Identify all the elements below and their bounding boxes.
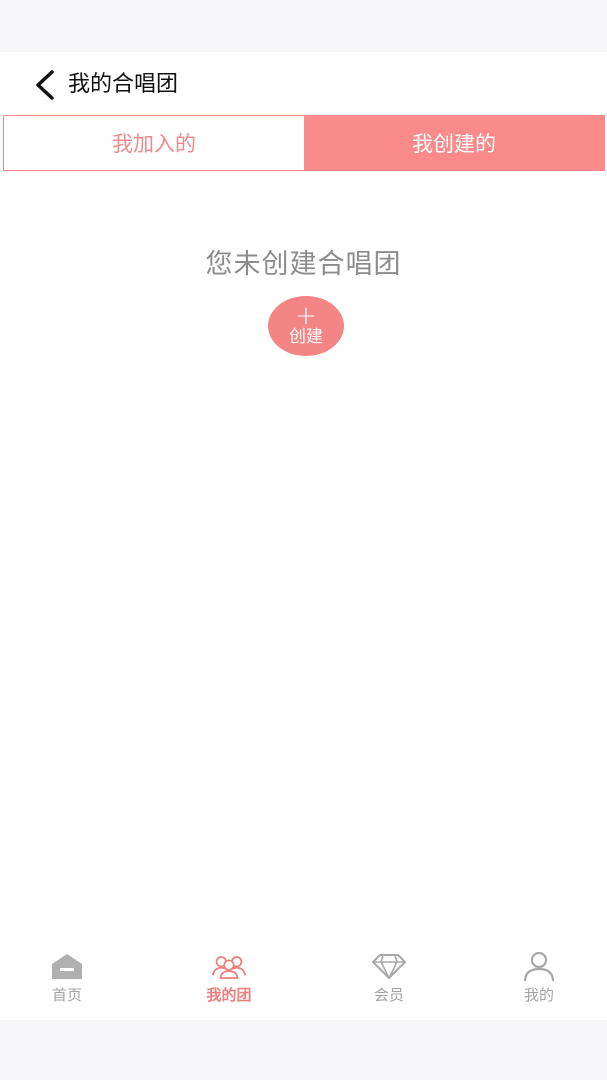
nav-label-home: 首页: [51, 986, 82, 1004]
system-navigation-area: [0, 1020, 607, 1080]
status-bar: [0, 0, 607, 52]
nav-label-membership: 会员: [373, 986, 404, 1004]
diamond-icon: [371, 950, 407, 982]
nav-item-profile[interactable]: 我的: [489, 950, 589, 1012]
nav-item-membership[interactable]: 会员: [339, 950, 439, 1012]
app-screen: 我的合唱团 我加入的 我创建的 您未创建合唱团 + 创建 首页 我的团 会员 我…: [0, 52, 607, 1020]
empty-state-message: 您未创建合唱团: [205, 249, 402, 280]
tab-created[interactable]: 我创建的: [304, 116, 604, 170]
chevron-left-icon: [36, 70, 54, 100]
nav-label-my-group: 我的团: [206, 986, 252, 1004]
create-button-label: 创建: [289, 327, 323, 347]
nav-item-home[interactable]: 首页: [17, 950, 117, 1012]
bottom-nav: 首页 我的团 会员 我的: [0, 940, 607, 1020]
tab-joined[interactable]: 我加入的: [4, 116, 304, 170]
tab-bar: 我加入的 我创建的: [3, 115, 605, 171]
page-title: 我的合唱团: [68, 72, 179, 97]
nav-item-my-group[interactable]: 我的团: [179, 950, 279, 1012]
group-icon: [211, 950, 247, 982]
header: 我的合唱团: [0, 52, 607, 114]
user-icon: [521, 950, 557, 982]
create-choir-button[interactable]: + 创建: [268, 296, 344, 356]
back-button[interactable]: [30, 68, 60, 102]
nav-label-profile: 我的: [523, 986, 554, 1004]
home-icon: [49, 950, 85, 982]
plus-icon: +: [295, 301, 317, 331]
